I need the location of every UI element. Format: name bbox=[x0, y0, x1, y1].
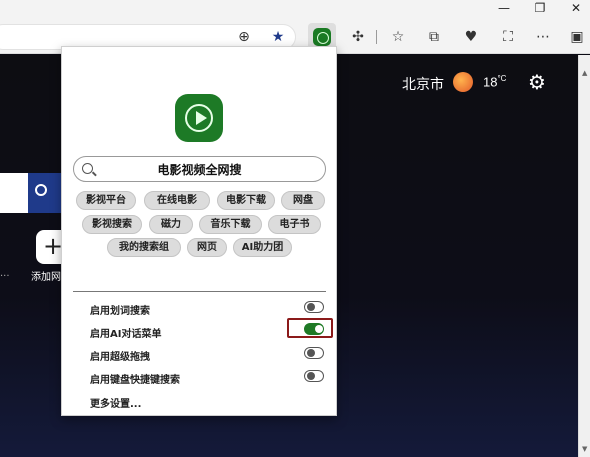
chip-2[interactable]: 电影下载 bbox=[217, 191, 275, 210]
chip-10[interactable]: AI助力团 bbox=[233, 238, 292, 257]
puzzle-icon[interactable]: ✣ bbox=[347, 26, 369, 48]
toolbar-separator bbox=[376, 30, 377, 44]
video-play-logo-icon bbox=[175, 94, 223, 142]
extension-popup: 电影视频全网搜 影视平台 在线电影 电影下载 网盘 影视搜索 磁力 音乐下载 电… bbox=[61, 46, 337, 416]
scroll-up-icon[interactable]: ▲ bbox=[582, 69, 587, 77]
chip-6[interactable]: 音乐下载 bbox=[199, 215, 262, 234]
toggle-3[interactable] bbox=[304, 370, 324, 382]
chip-8[interactable]: 我的搜索组 bbox=[107, 238, 181, 257]
more-icon[interactable]: ⋯ bbox=[532, 26, 554, 48]
weather-city[interactable]: 北京市 bbox=[402, 74, 444, 94]
search-icon bbox=[35, 184, 47, 196]
chip-4[interactable]: 影视搜索 bbox=[82, 215, 142, 234]
chip-5[interactable]: 磁力 bbox=[149, 215, 193, 234]
close-button[interactable]: ✕ bbox=[554, 0, 590, 20]
temperature-value: 18 bbox=[483, 74, 498, 90]
temperature-unit: °C bbox=[497, 74, 507, 83]
popup-divider bbox=[73, 291, 326, 292]
chip-0[interactable]: 影视平台 bbox=[76, 191, 136, 210]
chip-9[interactable]: 网页 bbox=[187, 238, 227, 257]
screenshot-icon[interactable]: ⛶ bbox=[497, 26, 519, 48]
add-shortcut-label: 添加网 bbox=[31, 272, 61, 283]
collections-icon[interactable]: ⧉ bbox=[423, 26, 445, 48]
heart-icon[interactable]: ♥ bbox=[460, 26, 482, 48]
scrollbar[interactable]: ▲ ▼ bbox=[578, 55, 590, 457]
setting-label-0: 启用划词搜索 bbox=[90, 306, 150, 317]
magnify-plus-icon[interactable]: ⊕ bbox=[233, 26, 255, 48]
weather-cloud-sun-icon bbox=[453, 72, 473, 92]
toggle-0[interactable] bbox=[304, 301, 324, 313]
popup-search-input[interactable]: 电影视频全网搜 bbox=[73, 156, 326, 182]
scroll-down-icon[interactable]: ▼ bbox=[582, 445, 587, 453]
tile-label-truncated: ... bbox=[0, 268, 10, 279]
more-settings-link[interactable]: 更多设置... bbox=[90, 395, 141, 410]
sidebar-icon[interactable]: ▣ bbox=[566, 26, 588, 48]
setting-label-1: 启用AI对话菜单 bbox=[90, 329, 162, 340]
chip-7[interactable]: 电子书 bbox=[268, 215, 321, 234]
favorites-icon[interactable]: ☆ bbox=[387, 26, 409, 48]
gear-icon[interactable]: ⚙ bbox=[528, 70, 546, 94]
page-search-input[interactable] bbox=[0, 173, 28, 213]
chip-1[interactable]: 在线电影 bbox=[144, 191, 210, 210]
toggle-1[interactable] bbox=[304, 323, 324, 335]
setting-label-2: 启用超级拖拽 bbox=[90, 352, 150, 363]
popup-search-text: 电影视频全网搜 bbox=[157, 163, 242, 177]
star-icon[interactable]: ★ bbox=[267, 26, 289, 48]
title-bar: — ❐ ✕ bbox=[0, 0, 590, 20]
setting-label-3: 启用键盘快捷键搜索 bbox=[90, 375, 180, 386]
toggle-2[interactable] bbox=[304, 347, 324, 359]
weather-temperature: 18°C bbox=[483, 74, 506, 89]
chip-3[interactable]: 网盘 bbox=[281, 191, 325, 210]
